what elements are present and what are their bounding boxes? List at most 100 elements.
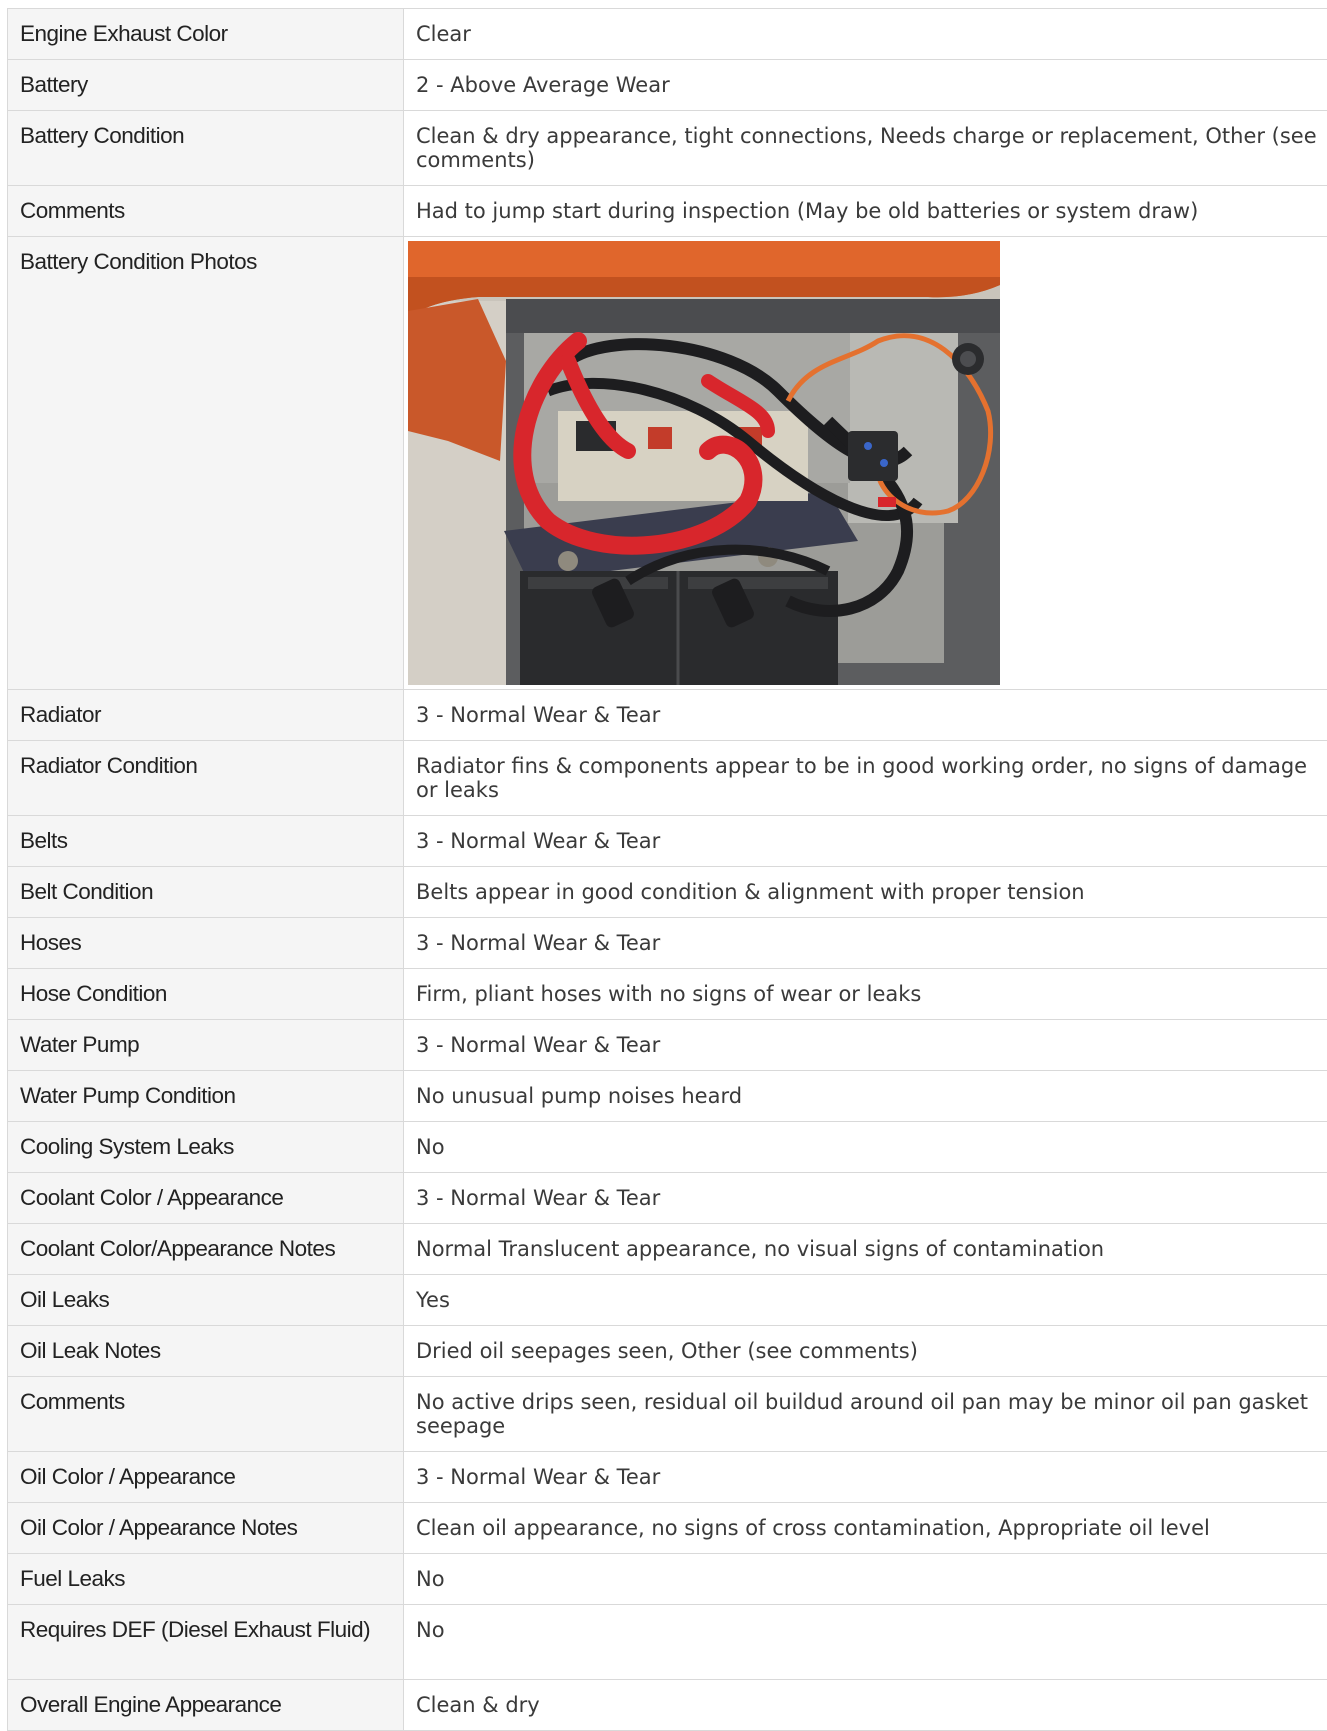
row-value-cell: No (404, 1554, 1327, 1605)
row-value-cell: Clean oil appearance, no signs of cross … (404, 1503, 1327, 1554)
row-value-cell: Belts appear in good condition & alignme… (404, 867, 1327, 918)
row-value-cell: 3 - Normal Wear & Tear (404, 1020, 1327, 1071)
battery-compartment-image (408, 241, 1000, 685)
inspection-table: Engine Exhaust Color Clear Battery 2 - A… (7, 8, 1327, 1731)
row-label: Oil Leaks (8, 1275, 403, 1324)
row-label-cell: Battery Condition Photos (8, 237, 404, 690)
row-value-cell: Radiator fins & components appear to be … (404, 741, 1327, 816)
row-label: Water Pump (8, 1020, 403, 1069)
row-photo-cell (404, 237, 1327, 690)
table-row: Hose Condition Firm, pliant hoses with n… (8, 969, 1327, 1020)
row-label: Oil Leak Notes (8, 1326, 403, 1375)
row-label: Fuel Leaks (8, 1554, 403, 1603)
row-label-cell: Radiator Condition (8, 741, 404, 816)
row-value-cell: No active drips seen, residual oil build… (404, 1377, 1327, 1452)
row-label: Comments (8, 186, 403, 235)
row-value-cell: Clean & dry (404, 1680, 1327, 1731)
row-value-cell: Dried oil seepages seen, Other (see comm… (404, 1326, 1327, 1377)
row-label-cell: Hoses (8, 918, 404, 969)
row-value-cell: No (404, 1122, 1327, 1173)
table-row-photo: Battery Condition Photos (8, 237, 1327, 690)
row-value: Clear (404, 9, 1327, 58)
row-label: Radiator Condition (8, 741, 403, 790)
row-label-cell: Belts (8, 816, 404, 867)
table-row: Hoses 3 - Normal Wear & Tear (8, 918, 1327, 969)
row-value-cell: Clear (404, 9, 1327, 60)
row-label-cell: Requires DEF (Diesel Exhaust Fluid) (8, 1605, 404, 1680)
row-value: Yes (404, 1275, 1327, 1324)
row-value-cell: 2 - Above Average Wear (404, 60, 1327, 111)
row-label: Water Pump Condition (8, 1071, 403, 1120)
row-label: Oil Color / Appearance Notes (8, 1503, 403, 1552)
row-label: Engine Exhaust Color (8, 9, 403, 58)
row-label-cell: Battery Condition (8, 111, 404, 186)
row-label-cell: Overall Engine Appearance (8, 1680, 404, 1731)
row-label-cell: Oil Color / Appearance (8, 1452, 404, 1503)
row-value-cell: Firm, pliant hoses with no signs of wear… (404, 969, 1327, 1020)
table-row: Oil Leaks Yes (8, 1275, 1327, 1326)
row-label: Overall Engine Appearance (8, 1680, 403, 1729)
table-row: Fuel Leaks No (8, 1554, 1327, 1605)
row-value-cell: Had to jump start during inspection (May… (404, 186, 1327, 237)
row-label-cell: Oil Color / Appearance Notes (8, 1503, 404, 1554)
row-value: Had to jump start during inspection (May… (404, 186, 1327, 235)
row-value: No unusual pump noises heard (404, 1071, 1327, 1120)
row-value: No (404, 1605, 1327, 1654)
row-value: Firm, pliant hoses with no signs of wear… (404, 969, 1327, 1018)
row-value: 3 - Normal Wear & Tear (404, 918, 1327, 967)
row-label-cell: Water Pump Condition (8, 1071, 404, 1122)
row-label: Coolant Color/Appearance Notes (8, 1224, 403, 1273)
row-label-cell: Cooling System Leaks (8, 1122, 404, 1173)
row-label: Battery Condition (8, 111, 403, 160)
row-label-cell: Coolant Color / Appearance (8, 1173, 404, 1224)
battery-condition-photo[interactable] (408, 241, 1000, 685)
row-label-cell: Radiator (8, 690, 404, 741)
row-value-cell: Yes (404, 1275, 1327, 1326)
row-value-cell: 3 - Normal Wear & Tear (404, 1173, 1327, 1224)
table-row: Belt Condition Belts appear in good cond… (8, 867, 1327, 918)
row-value: No (404, 1554, 1327, 1603)
row-value-cell: Normal Translucent appearance, no visual… (404, 1224, 1327, 1275)
row-label-cell: Comments (8, 186, 404, 237)
table-row: Battery 2 - Above Average Wear (8, 60, 1327, 111)
row-value: Dried oil seepages seen, Other (see comm… (404, 1326, 1327, 1375)
row-value: Radiator fins & components appear to be … (404, 741, 1327, 814)
row-label-cell: Battery (8, 60, 404, 111)
table-row: Oil Color / Appearance 3 - Normal Wear &… (8, 1452, 1327, 1503)
row-label: Belts (8, 816, 403, 865)
row-value-cell: 3 - Normal Wear & Tear (404, 1452, 1327, 1503)
row-value: 3 - Normal Wear & Tear (404, 1173, 1327, 1222)
table-row: Comments No active drips seen, residual … (8, 1377, 1327, 1452)
table-row: Cooling System Leaks No (8, 1122, 1327, 1173)
table-row: Battery Condition Clean & dry appearance… (8, 111, 1327, 186)
row-label: Requires DEF (Diesel Exhaust Fluid) (8, 1605, 403, 1654)
row-value-cell: 3 - Normal Wear & Tear (404, 690, 1327, 741)
row-value: Normal Translucent appearance, no visual… (404, 1224, 1327, 1273)
row-value-cell: 3 - Normal Wear & Tear (404, 918, 1327, 969)
inspection-sheet: Engine Exhaust Color Clear Battery 2 - A… (7, 8, 1327, 1731)
row-value: Clean oil appearance, no signs of cross … (404, 1503, 1327, 1552)
row-label-cell: Comments (8, 1377, 404, 1452)
table-row: Engine Exhaust Color Clear (8, 9, 1327, 60)
row-value: 3 - Normal Wear & Tear (404, 690, 1327, 739)
row-label-cell: Oil Leaks (8, 1275, 404, 1326)
table-row: Radiator 3 - Normal Wear & Tear (8, 690, 1327, 741)
row-label: Coolant Color / Appearance (8, 1173, 403, 1222)
row-label-cell: Engine Exhaust Color (8, 9, 404, 60)
row-label: Battery Condition Photos (8, 237, 403, 286)
row-label: Hose Condition (8, 969, 403, 1018)
row-value: Belts appear in good condition & alignme… (404, 867, 1327, 916)
table-row: Comments Had to jump start during inspec… (8, 186, 1327, 237)
row-value-cell: No unusual pump noises heard (404, 1071, 1327, 1122)
row-value: Clean & dry (404, 1680, 1327, 1729)
table-row: Overall Engine Appearance Clean & dry (8, 1680, 1327, 1731)
table-row: Water Pump 3 - Normal Wear & Tear (8, 1020, 1327, 1071)
table-row: Requires DEF (Diesel Exhaust Fluid) No (8, 1605, 1327, 1680)
row-label-cell: Coolant Color/Appearance Notes (8, 1224, 404, 1275)
table-row: Radiator Condition Radiator fins & compo… (8, 741, 1327, 816)
row-label: Hoses (8, 918, 403, 967)
table-row: Coolant Color/Appearance Notes Normal Tr… (8, 1224, 1327, 1275)
row-label: Cooling System Leaks (8, 1122, 403, 1171)
row-label-cell: Belt Condition (8, 867, 404, 918)
row-label-cell: Oil Leak Notes (8, 1326, 404, 1377)
